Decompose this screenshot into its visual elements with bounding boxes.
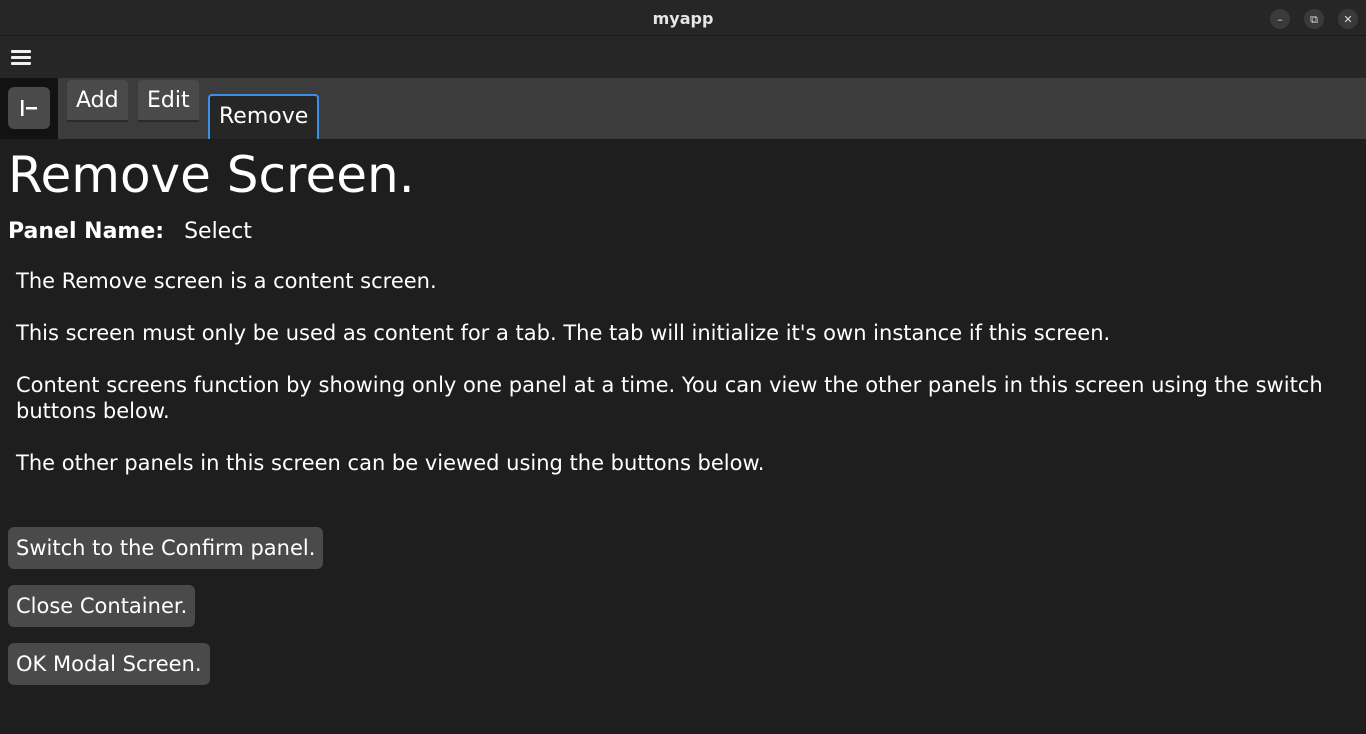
description-paragraph: The other panels in this screen can be v… — [16, 451, 765, 475]
collapse-left-icon — [21, 100, 37, 116]
panel-name-label: Panel Name: — [8, 219, 165, 244]
tab-bar-side — [0, 78, 58, 139]
hamburger-icon[interactable] — [11, 50, 31, 66]
tab-remove[interactable]: Remove — [208, 94, 320, 139]
panel-name-value: Select — [184, 219, 252, 244]
ok-modal-button[interactable]: OK Modal Screen. — [8, 643, 210, 685]
close-icon: ✕ — [1343, 12, 1353, 26]
panel-name-row: Panel Name: Select — [8, 218, 252, 246]
description-paragraph: This screen must only be used as content… — [16, 321, 1111, 345]
maximize-icon: ⧉ — [1310, 12, 1318, 26]
close-container-button[interactable]: Close Container. — [8, 585, 196, 627]
switch-to-confirm-button[interactable]: Switch to the Confirm panel. — [8, 527, 324, 569]
tab-bar: Add Edit Remove — [0, 78, 1366, 139]
maximize-button[interactable]: ⧉ — [1304, 9, 1324, 29]
description-paragraph: The Remove screen is a content screen. — [16, 269, 437, 293]
menu-bar — [0, 36, 1366, 78]
tab-add[interactable]: Add — [67, 80, 128, 122]
minimize-icon: – — [1277, 12, 1283, 26]
page-title: Remove Screen. — [8, 146, 415, 204]
minimize-button[interactable]: – — [1270, 9, 1290, 29]
collapse-button[interactable] — [8, 87, 50, 129]
window-title: myapp — [652, 9, 714, 28]
title-bar: myapp – ⧉ ✕ — [0, 0, 1366, 36]
tab-edit[interactable]: Edit — [138, 80, 199, 122]
close-window-button[interactable]: ✕ — [1338, 9, 1358, 29]
description-paragraph: Content screens function by showing only… — [16, 373, 1323, 423]
